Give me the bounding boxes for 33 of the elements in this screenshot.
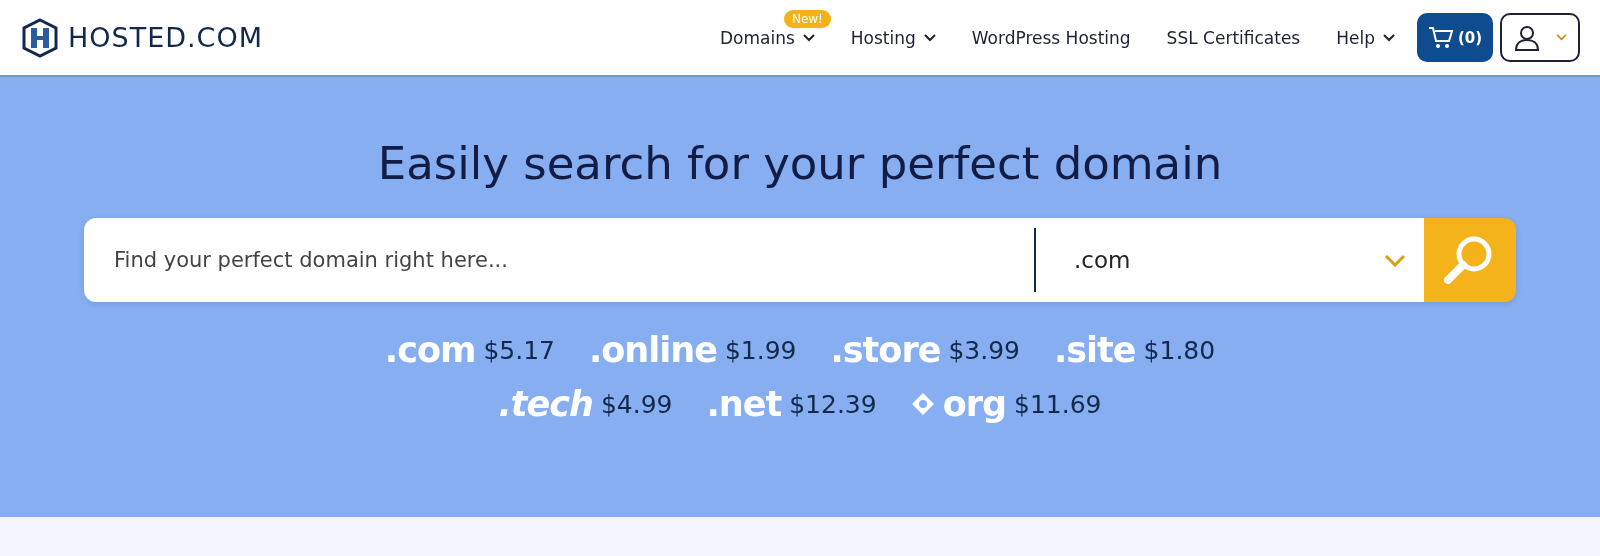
extension-dropdown[interactable]: .com	[1034, 218, 1424, 302]
logo[interactable]: HOSTED.COM	[20, 17, 264, 58]
price-text: $1.99	[724, 335, 797, 365]
tld-label: .store	[830, 330, 941, 370]
tld-label: .online	[589, 330, 717, 370]
nav-link[interactable]: Domains	[719, 27, 815, 48]
tld-label: .site	[1053, 330, 1136, 370]
logo-icon	[20, 17, 60, 58]
price-text: $4.99	[600, 389, 673, 419]
nav-link[interactable]: SSL Certificates	[1166, 27, 1301, 48]
nav-link[interactable]: WordPress Hosting	[971, 27, 1131, 48]
chevron-down-icon	[1384, 253, 1406, 267]
price-text: $1.80	[1143, 335, 1216, 365]
chevron-down-icon	[1555, 34, 1567, 41]
account-button[interactable]	[1500, 13, 1580, 62]
diamond-icon	[910, 392, 935, 416]
logo-text: HOSTED.COM	[68, 22, 264, 53]
user-icon	[1513, 24, 1540, 51]
nav-link[interactable]: Hosting	[850, 27, 936, 48]
tld-label: .tech	[498, 384, 593, 424]
nav-link[interactable]: Help	[1336, 27, 1395, 48]
tld-label: org	[942, 384, 1007, 424]
new-badge: New!	[783, 9, 831, 28]
tld-label: .com	[384, 330, 476, 370]
hero-title: Easily search for your perfect domain	[377, 137, 1223, 190]
tld-label: .net	[706, 384, 782, 424]
price-text: $12.39	[789, 389, 877, 419]
cart-icon	[1427, 25, 1454, 50]
domain-search-field[interactable]: Find your perfect domain right here...	[84, 218, 1034, 302]
price-text: $3.99	[948, 335, 1020, 365]
cart-button[interactable]: (0)	[1417, 13, 1493, 62]
price-text: $11.69	[1014, 389, 1102, 419]
price-text: $5.17	[483, 335, 555, 365]
